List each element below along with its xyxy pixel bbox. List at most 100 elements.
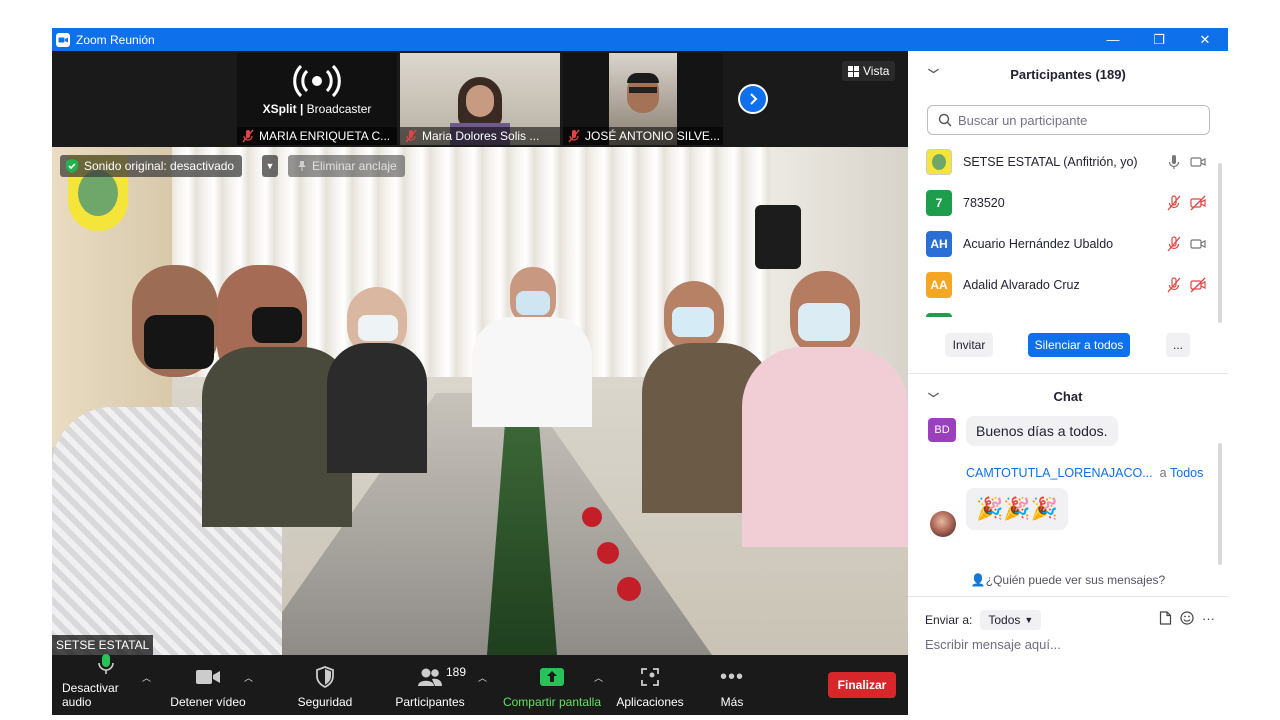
participants-button[interactable]: Participantes 189 ︿	[388, 655, 487, 715]
participant-row[interactable]	[908, 305, 1214, 317]
original-sound-dropdown[interactable]: ▼	[262, 155, 278, 177]
muted-mic-icon[interactable]	[1166, 276, 1182, 293]
emoji-icon[interactable]	[1180, 611, 1194, 625]
thumbnail-strip: XSplit | Broadcaster MARIA ENRIQUETA C..…	[52, 51, 908, 147]
zoom-window: Zoom Reunión — ❐ ✕ XSplit | Broadcaster	[52, 28, 1228, 715]
minimize-button[interactable]: —	[1090, 28, 1136, 51]
muted-mic-icon	[405, 129, 417, 143]
recipient-prefix: a	[1159, 466, 1167, 480]
video-off-icon[interactable]	[1190, 195, 1206, 211]
meeting-toolbar: Desactivar audio ︿ Detener vídeo ︿ Segur…	[52, 654, 908, 715]
security-button[interactable]: Seguridad	[284, 655, 366, 715]
send-to-dropdown[interactable]: Todos ▼	[980, 610, 1042, 630]
person-hair	[627, 73, 659, 83]
view-button[interactable]: Vista	[842, 61, 896, 81]
participant-list: SETSE ESTATAL (Anfitrión, yo) 7 783520 A…	[908, 141, 1214, 317]
more-button[interactable]: ••• Más	[706, 655, 758, 715]
microphone-icon[interactable]	[1166, 154, 1182, 170]
stop-video-button[interactable]: Detener vídeo ︿	[164, 655, 253, 715]
chat-scrollbar[interactable]	[1218, 443, 1222, 565]
person-shirt	[327, 343, 427, 473]
more-dots-icon[interactable]: ···	[1202, 611, 1215, 626]
video-thumbnail[interactable]: JOSÉ ANTONIO SILVE...	[563, 53, 723, 145]
more-dots-icon: •••	[719, 665, 744, 688]
original-sound-button[interactable]: Sonido original: desactivado	[60, 155, 243, 177]
title-bar: Zoom Reunión — ❐ ✕	[52, 28, 1228, 51]
side-panel: ﹀ Participantes (189) Buscar un particip…	[908, 51, 1228, 692]
video-camera-icon[interactable]	[1190, 236, 1206, 252]
face-mask	[516, 291, 550, 315]
share-options-caret[interactable]: ︿	[594, 671, 603, 684]
zoom-logo-icon	[56, 32, 70, 47]
broadcast-icon	[293, 64, 341, 98]
invite-button[interactable]: Invitar	[945, 333, 993, 357]
divider	[908, 373, 1228, 374]
chevron-down-icon: ▼	[265, 161, 275, 171]
avatar	[926, 312, 952, 317]
speaker-name-tag: SETSE ESTATAL	[52, 635, 154, 655]
unpin-button[interactable]: Eliminar anclaje	[288, 155, 405, 177]
participants-options-caret[interactable]: ︿	[478, 671, 487, 684]
participant-row[interactable]: SETSE ESTATAL (Anfitrión, yo)	[908, 141, 1214, 182]
face-mask	[672, 307, 714, 337]
file-icon[interactable]	[1159, 611, 1172, 625]
muted-mic-icon	[242, 129, 254, 143]
chevron-down-icon[interactable]: ﹀	[928, 390, 939, 406]
thumbnail-label: Maria Dolores Solis ...	[400, 127, 560, 145]
mute-all-button[interactable]: Silenciar a todos	[1028, 333, 1130, 357]
chat-header: ﹀ Chat	[928, 388, 1083, 406]
chat-message-input[interactable]: Escribir mensaje aquí...	[925, 637, 1205, 652]
person-glasses	[629, 87, 657, 93]
main-speaker-video: Sonido original: desactivado ▼ Eliminar …	[52, 147, 908, 655]
participant-search-input[interactable]: Buscar un participante	[927, 105, 1210, 135]
send-to-row: Enviar a: Todos ▼ ···	[925, 607, 1215, 633]
avatar: AH	[926, 230, 952, 257]
who-can-see-link[interactable]: 👤¿Quién puede ver sus mensajes?	[908, 573, 1228, 587]
video-camera-icon[interactable]	[1190, 154, 1206, 170]
video-options-caret[interactable]: ︿	[244, 671, 253, 684]
video-thumbnail[interactable]: Maria Dolores Solis ...	[400, 53, 560, 145]
audio-options-caret[interactable]: ︿	[142, 671, 151, 684]
share-screen-icon	[540, 668, 564, 686]
chat-message: 🎉🎉🎉	[966, 488, 1069, 530]
avatar: BD	[928, 418, 956, 442]
muted-mic-icon[interactable]	[1166, 235, 1182, 252]
shield-icon	[316, 666, 334, 688]
logo-map	[932, 153, 946, 170]
grid-icon	[848, 65, 859, 77]
chat-messages: BD Buenos días a todos. CAMTOTUTLA_LOREN…	[908, 416, 1214, 564]
person-shirt	[472, 317, 592, 427]
shield-check-icon	[66, 159, 78, 173]
chat-message: Buenos días a todos.	[966, 416, 1118, 446]
ornament	[582, 507, 602, 527]
share-screen-button[interactable]: Compartir pantalla ︿	[498, 655, 606, 715]
apps-icon	[641, 668, 659, 686]
participants-more-button[interactable]: ...	[1166, 333, 1190, 357]
recipient-name: Todos	[1170, 466, 1204, 480]
xsplit-logo-text: XSplit | Broadcaster	[262, 102, 372, 116]
video-off-icon[interactable]	[1190, 277, 1206, 293]
participants-icon	[418, 668, 442, 686]
participant-row[interactable]: 7 783520	[908, 182, 1214, 223]
apps-button[interactable]: Aplicaciones	[612, 655, 688, 715]
participant-row[interactable]: AH Acuario Hernández Ubaldo	[908, 223, 1214, 264]
participants-scrollbar[interactable]	[1218, 163, 1222, 323]
restore-button[interactable]: ❐	[1136, 28, 1182, 51]
close-button[interactable]: ✕	[1182, 28, 1228, 51]
video-thumbnail[interactable]: XSplit | Broadcaster MARIA ENRIQUETA C..…	[237, 53, 397, 145]
sender-name[interactable]: CAMTOTUTLA_LORENAJACO...	[966, 466, 1153, 480]
end-meeting-button[interactable]: Finalizar	[828, 672, 896, 698]
chevron-down-icon[interactable]: ﹀	[928, 66, 939, 82]
thumbnail-label: JOSÉ ANTONIO SILVE...	[563, 127, 723, 145]
next-page-button[interactable]	[738, 84, 768, 114]
muted-mic-icon[interactable]	[1166, 194, 1182, 211]
mute-audio-button[interactable]: Desactivar audio ︿	[62, 654, 151, 715]
participants-count: 189	[446, 665, 467, 679]
microphone-icon	[98, 654, 114, 674]
face-mask	[358, 315, 398, 341]
chevron-right-icon	[750, 93, 758, 105]
avatar	[926, 148, 952, 175]
chat-sender: CAMTOTUTLA_LORENAJACO... a Todos	[966, 466, 1203, 480]
participant-row[interactable]: AA Adalid Alvarado Cruz	[908, 264, 1214, 305]
ornament	[597, 542, 619, 564]
